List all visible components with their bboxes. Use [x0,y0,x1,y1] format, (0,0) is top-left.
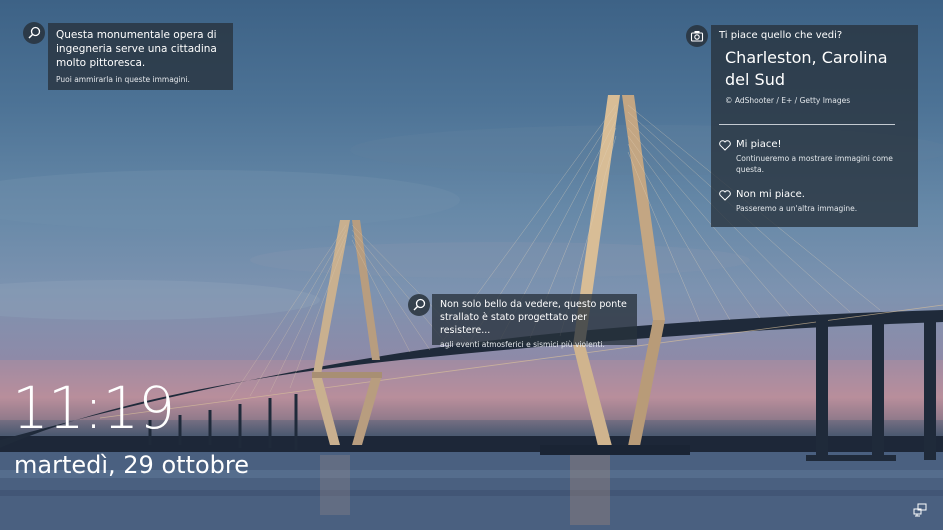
like-button[interactable]: Mi piace! Continueremo a mostrare immagi… [719,138,911,174]
hint-card-1[interactable]: Questa monumentale opera di ingegneria s… [48,23,233,90]
network-status-button[interactable] [913,502,927,517]
clock-date: martedì, 29 ottobre [14,451,249,479]
like-label: Mi piace! [736,139,782,150]
hint-subtitle-2: agli eventi atmosferici e sismici più vi… [440,340,605,349]
hint-title-1: Questa monumentale opera di ingegneria s… [56,29,217,69]
heart-icon [719,190,731,201]
dislike-button[interactable]: Non mi piace. Passeremo a un'altra immag… [719,188,911,218]
dislike-label: Non mi piace. [736,189,805,200]
hint-search-button-1[interactable] [23,22,45,44]
network-icon [913,503,927,517]
clock-time: 11:19 [12,374,175,442]
image-credit: © AdShooter / E+ / Getty Images [725,96,851,105]
heart-icon [719,140,731,151]
spotlight-camera-button[interactable] [686,25,708,47]
dislike-description: Passeremo a un'altra immagine. [736,204,858,213]
spotlight-question: Ti piace quello che vedi? [719,30,843,41]
spotlight-panel: Ti piace quello che vedi? Charleston, Ca… [711,25,918,227]
spotlight-location: Charleston, Carolina del Sud [725,48,888,89]
hint-subtitle-1: Puoi ammirarla in queste immagini. [56,75,190,84]
spotlight-divider [719,124,895,125]
search-icon [413,298,426,311]
search-icon [28,26,41,39]
hint-search-button-2[interactable] [408,294,430,316]
hint-card-2[interactable]: Non solo bello da vedere, questo ponte s… [432,294,637,349]
camera-icon [690,31,704,42]
hint-title-2: Non solo bello da vedere, questo ponte s… [440,299,627,336]
like-description: Continueremo a mostrare immagini come qu… [736,154,893,174]
lock-screen: Questa monumentale opera di ingegneria s… [0,0,943,530]
